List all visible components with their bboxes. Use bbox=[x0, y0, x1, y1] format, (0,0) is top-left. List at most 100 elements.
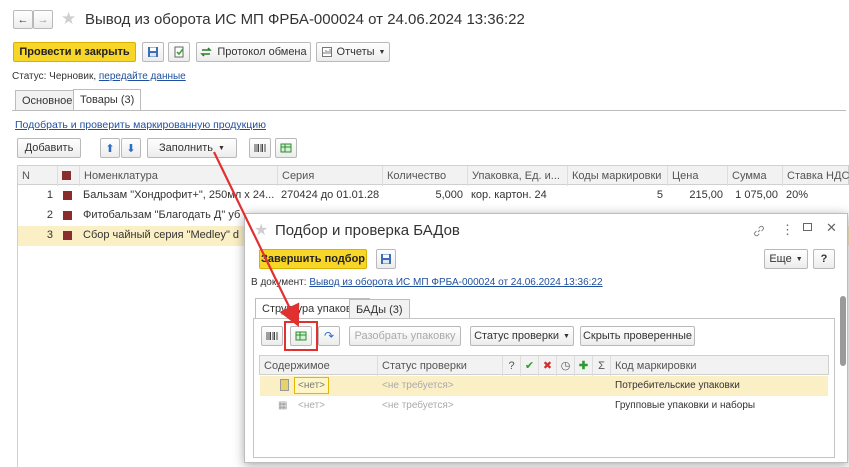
row-sum: 1 075,00 bbox=[735, 189, 778, 201]
arrow-down-icon: ⬇ bbox=[126, 142, 136, 155]
col-price[interactable]: Цена bbox=[668, 166, 728, 186]
goods-type-icon bbox=[59, 186, 79, 205]
maximize-icon[interactable] bbox=[803, 223, 812, 231]
col-series[interactable]: Серия bbox=[278, 166, 383, 186]
scrollbar[interactable] bbox=[840, 292, 846, 452]
col-check-status[interactable]: Статус проверки bbox=[378, 356, 503, 376]
table-border bbox=[17, 185, 18, 467]
save-button[interactable] bbox=[376, 249, 396, 269]
col-pack[interactable]: Упаковка, Ед. и... bbox=[468, 166, 568, 186]
link-icon[interactable] bbox=[753, 225, 765, 237]
highlight-box bbox=[284, 321, 318, 351]
scan-barcode-button[interactable] bbox=[249, 138, 271, 158]
content-cell[interactable]: <нет> bbox=[294, 396, 374, 415]
pick-check-link[interactable]: Подобрать и проверить маркированную прод… bbox=[15, 119, 266, 131]
checkmark-icon[interactable]: ✔ bbox=[521, 356, 539, 376]
chevron-down-icon: ▼ bbox=[563, 332, 570, 340]
chevron-down-icon: ▼ bbox=[378, 48, 386, 56]
add-button[interactable]: Добавить bbox=[17, 138, 81, 158]
row-name: Сбор чайный серия "Medley" d bbox=[83, 229, 240, 241]
table-pick-button[interactable] bbox=[275, 138, 297, 158]
arrow-up-icon: ⬆ bbox=[105, 142, 115, 155]
goods-type-icon bbox=[59, 226, 79, 245]
col-quantity[interactable]: Количество bbox=[383, 166, 468, 186]
send-data-link[interactable]: передайте данные bbox=[99, 71, 186, 82]
row-name: Фитобальзам "Благодать Д" уб bbox=[83, 209, 241, 221]
pack-table-header: Содержимое Статус проверки ? ✔ ✖ ◷ ✚ Σ К… bbox=[259, 355, 830, 376]
title-bar: ← → ★ Вывод из оборота ИС МП ФРБА-000024… bbox=[9, 6, 841, 36]
tab-main[interactable]: Основное bbox=[15, 90, 80, 110]
move-down-button[interactable]: ⬇ bbox=[121, 138, 141, 158]
tab-goods[interactable]: Товары (3) bbox=[73, 89, 142, 110]
chevron-down-icon: ▼ bbox=[795, 255, 803, 263]
col-sum[interactable]: Сумма bbox=[728, 166, 783, 186]
check-status-cell: <не требуется> bbox=[382, 400, 454, 411]
redo-arrow-icon: ↷ bbox=[323, 329, 335, 343]
row-name: Бальзам "Хондрофит+", 250мл х 24... bbox=[83, 189, 275, 201]
page-title: Вывод из оборота ИС МП ФРБА-000024 от 24… bbox=[85, 11, 525, 28]
exchange-protocol-button[interactable]: Протокол обмена bbox=[196, 42, 311, 62]
favorite-star-icon[interactable]: ★ bbox=[61, 9, 76, 29]
col-content[interactable]: Содержимое bbox=[260, 356, 378, 376]
scrollbar-thumb[interactable] bbox=[840, 296, 846, 366]
plus-icon[interactable]: ✚ bbox=[575, 356, 593, 376]
finish-pick-button[interactable]: Завершить подбор bbox=[259, 249, 367, 269]
favorite-star-icon[interactable]: ★ bbox=[254, 220, 268, 240]
content-cell[interactable]: <нет> bbox=[294, 377, 330, 394]
goods-type-icon bbox=[59, 206, 79, 225]
post-close-button[interactable]: Провести и закрыть bbox=[13, 42, 136, 62]
tab-divider bbox=[12, 110, 846, 111]
group-package-icon: ▦ bbox=[278, 400, 288, 411]
document-label: В документ: bbox=[251, 277, 307, 288]
cross-icon[interactable]: ✖ bbox=[539, 356, 557, 376]
back-button[interactable]: ← bbox=[13, 10, 33, 29]
table-icon bbox=[280, 143, 292, 153]
hide-checked-button[interactable]: Скрыть проверенные bbox=[580, 326, 695, 346]
row-number: 1 bbox=[46, 189, 53, 201]
report-icon bbox=[321, 47, 332, 57]
barcode-icon bbox=[254, 144, 266, 152]
post-document-icon bbox=[174, 46, 184, 58]
save-icon bbox=[381, 254, 391, 264]
document-link[interactable]: Вывод из оборота ИС МП ФРБА-000024 от 24… bbox=[309, 277, 602, 288]
tab-supplements[interactable]: БАДы (3) bbox=[349, 299, 410, 319]
col-type-icon bbox=[58, 166, 80, 186]
more-dropdown[interactable]: Еще ▼ bbox=[764, 249, 808, 269]
help-button[interactable]: ? bbox=[813, 249, 835, 269]
table-row[interactable]: ▦ <нет> <не требуется> Групповые упаковк… bbox=[260, 396, 828, 416]
status-label: Статус: Черновик, bbox=[12, 71, 97, 82]
fill-dropdown[interactable]: Заполнить ▼ bbox=[147, 138, 237, 158]
col-vat[interactable]: Ставка НДС bbox=[783, 166, 849, 186]
forward-button[interactable]: → bbox=[33, 10, 53, 29]
refresh-button[interactable]: ↷ bbox=[318, 326, 340, 346]
row-codes: 5 bbox=[656, 189, 663, 201]
col-question[interactable]: ? bbox=[503, 356, 521, 376]
more-vert-icon[interactable]: ⋮ bbox=[781, 222, 794, 238]
document-line: В документ: Вывод из оборота ИС МП ФРБА-… bbox=[251, 277, 603, 288]
close-icon[interactable]: ✕ bbox=[826, 220, 837, 236]
col-name[interactable]: Номенклатура bbox=[80, 166, 278, 186]
col-codes[interactable]: Коды маркировки bbox=[568, 166, 668, 186]
chevron-down-icon: ▼ bbox=[218, 144, 225, 152]
row-number: 2 bbox=[46, 209, 53, 221]
row-price: 215,00 bbox=[689, 189, 723, 201]
col-sigma[interactable]: Σ bbox=[593, 356, 611, 376]
exchange-icon bbox=[200, 47, 213, 57]
col-n[interactable]: N bbox=[18, 166, 58, 186]
reports-dropdown[interactable]: Отчеты ▼ bbox=[316, 42, 390, 62]
marking-code-cell: Групповые упаковки и наборы bbox=[615, 400, 756, 411]
col-marking-code[interactable]: Код маркировки bbox=[611, 356, 830, 376]
clock-icon[interactable]: ◷ bbox=[557, 356, 575, 376]
row-vat: 20% bbox=[786, 189, 809, 201]
scan-barcode-button[interactable] bbox=[261, 326, 283, 346]
row-number: 3 bbox=[46, 229, 53, 241]
goods-table-header: N Номенклатура Серия Количество Упаковка… bbox=[17, 165, 849, 186]
table-row[interactable]: 1 Бальзам "Хондрофит+", 250мл х 24... 27… bbox=[17, 186, 849, 206]
post-button[interactable] bbox=[168, 42, 190, 62]
move-up-button[interactable]: ⬆ bbox=[100, 138, 120, 158]
row-quantity: 5,000 bbox=[435, 189, 463, 201]
check-status-dropdown[interactable]: Статус проверки ▼ bbox=[470, 326, 574, 346]
save-button[interactable] bbox=[142, 42, 164, 62]
unpack-button[interactable]: Разобрать упаковку bbox=[349, 326, 461, 346]
table-row-selected[interactable]: <нет> <не требуется> Потребительские упа… bbox=[260, 376, 828, 396]
